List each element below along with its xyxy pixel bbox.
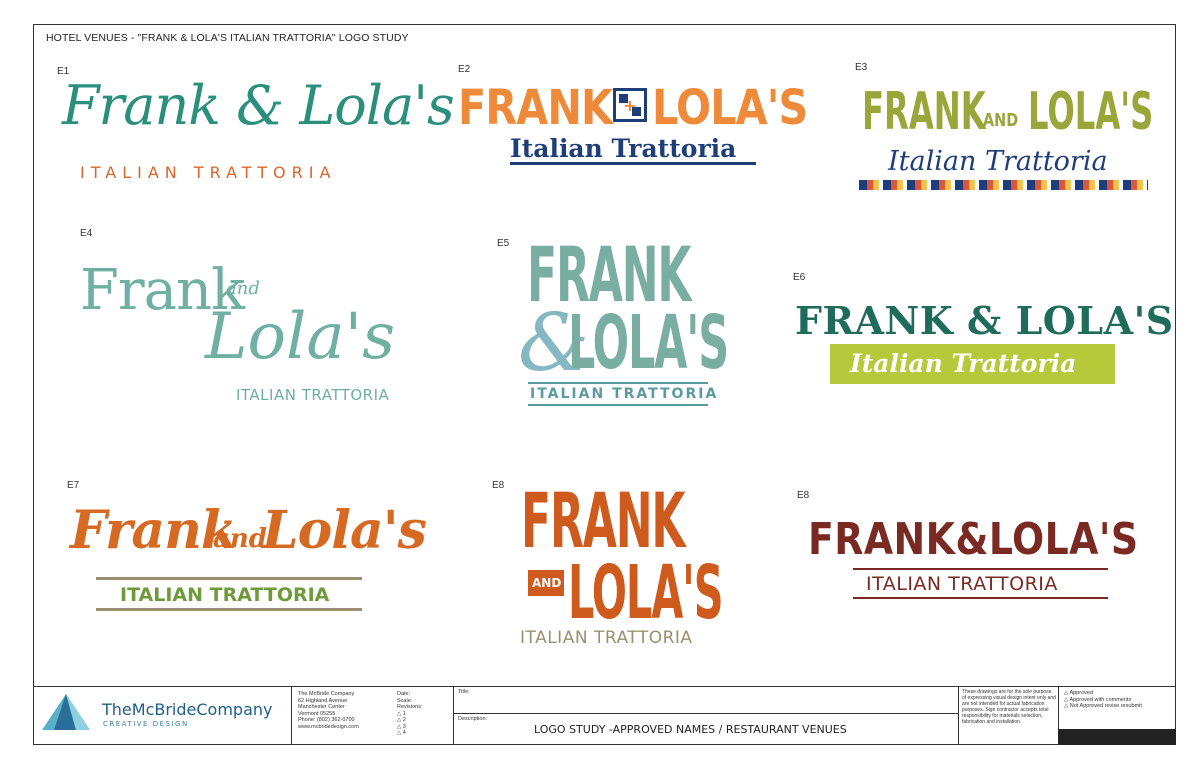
logo-label: E7: [67, 480, 80, 491]
logo-label: E8: [492, 480, 505, 491]
company-tagline: CREATIVE DESIGN: [103, 720, 189, 728]
logo-subtitle: Italian Trattoria: [510, 134, 737, 163]
logo-label: E3: [855, 62, 868, 73]
description-label: Description:: [458, 716, 488, 722]
description-text: LOGO STUDY -APPROVED NAMES / RESTAURANT …: [534, 723, 847, 736]
logo-wordmark: FRANK&LOLA'S: [808, 514, 1139, 565]
logo-word-and: AND: [532, 576, 562, 590]
logo-subtitle: ITALIAN TRATTORIA: [80, 163, 337, 182]
sheet-title: HOTEL VENUES - "FRANK & LOLA'S ITALIAN T…: [46, 32, 409, 44]
rule-bottom: [853, 597, 1108, 599]
logo-word-and: and: [213, 524, 267, 554]
logo-label: E5: [497, 238, 510, 249]
logo-subtitle: Italian Trattoria: [850, 349, 1077, 378]
logo-word-lolas: LOLA'S: [652, 80, 808, 136]
logo-word-frank: Frank: [70, 500, 237, 561]
logo-word-lolas: LOLA'S: [568, 550, 724, 636]
logo-subtitle: ITALIAN TRATTORIA: [120, 584, 330, 606]
svg-text:+: +: [623, 96, 636, 115]
underline-rule: [510, 162, 756, 165]
title-label: Title:: [458, 689, 470, 695]
logo-word-frank: FRANK: [458, 80, 613, 136]
disclaimer: These drawings are for the sole purpose …: [962, 689, 1056, 725]
company-name: TheMcBrideCompany: [102, 700, 273, 719]
logo-word-and: and: [226, 278, 260, 299]
logo-subtitle: ITALIAN TRATTORIA: [236, 386, 390, 404]
company-logo-icon: [40, 692, 92, 739]
logo-word-lolas: Lola's: [205, 300, 396, 374]
logo-word-and: AND: [983, 110, 1019, 131]
rule-top: [96, 577, 362, 580]
tile-border-pattern: [859, 180, 1148, 190]
logo-label: E6: [793, 272, 806, 283]
logo-subtitle: ITALIAN TRATTORIA: [520, 628, 693, 648]
rule-bottom: [96, 608, 362, 611]
company-address: The McBride Company 62 Highland Avenue M…: [298, 691, 359, 730]
logo-subtitle: ITALIAN TRATTORIA: [866, 573, 1058, 595]
logo-word-frank: FRANK: [862, 82, 986, 142]
logo-word-lolas: Lola's: [262, 500, 427, 561]
logo-subtitle: Italian Trattoria: [888, 146, 1108, 177]
rule-top: [528, 382, 708, 384]
approval-bar: [1058, 729, 1176, 745]
logo-label: E8: [797, 490, 810, 501]
logo-word-lolas: LOLA'S: [568, 300, 729, 386]
tile-ampersand-icon: +: [613, 88, 647, 122]
logo-wordmark: Frank & Lola's: [62, 74, 455, 137]
rule-bottom: [528, 404, 708, 406]
logo-label: E4: [80, 228, 93, 239]
logo-subtitle: ITALIAN TRATTORIA: [530, 386, 719, 402]
row-divider: [453, 713, 958, 714]
logo-word-lolas: LOLA'S: [1028, 82, 1154, 142]
logo-wordmark: FRANK & LOLA'S: [795, 298, 1174, 343]
logo-label: E2: [458, 64, 471, 75]
rule-top: [853, 568, 1108, 570]
drawing-meta: Date: Scale: Revisions: △ 1 △ 2 △ 3 △ 4: [397, 691, 423, 736]
approval-options: △ Approved △ Approved with comments △ No…: [1064, 690, 1142, 709]
